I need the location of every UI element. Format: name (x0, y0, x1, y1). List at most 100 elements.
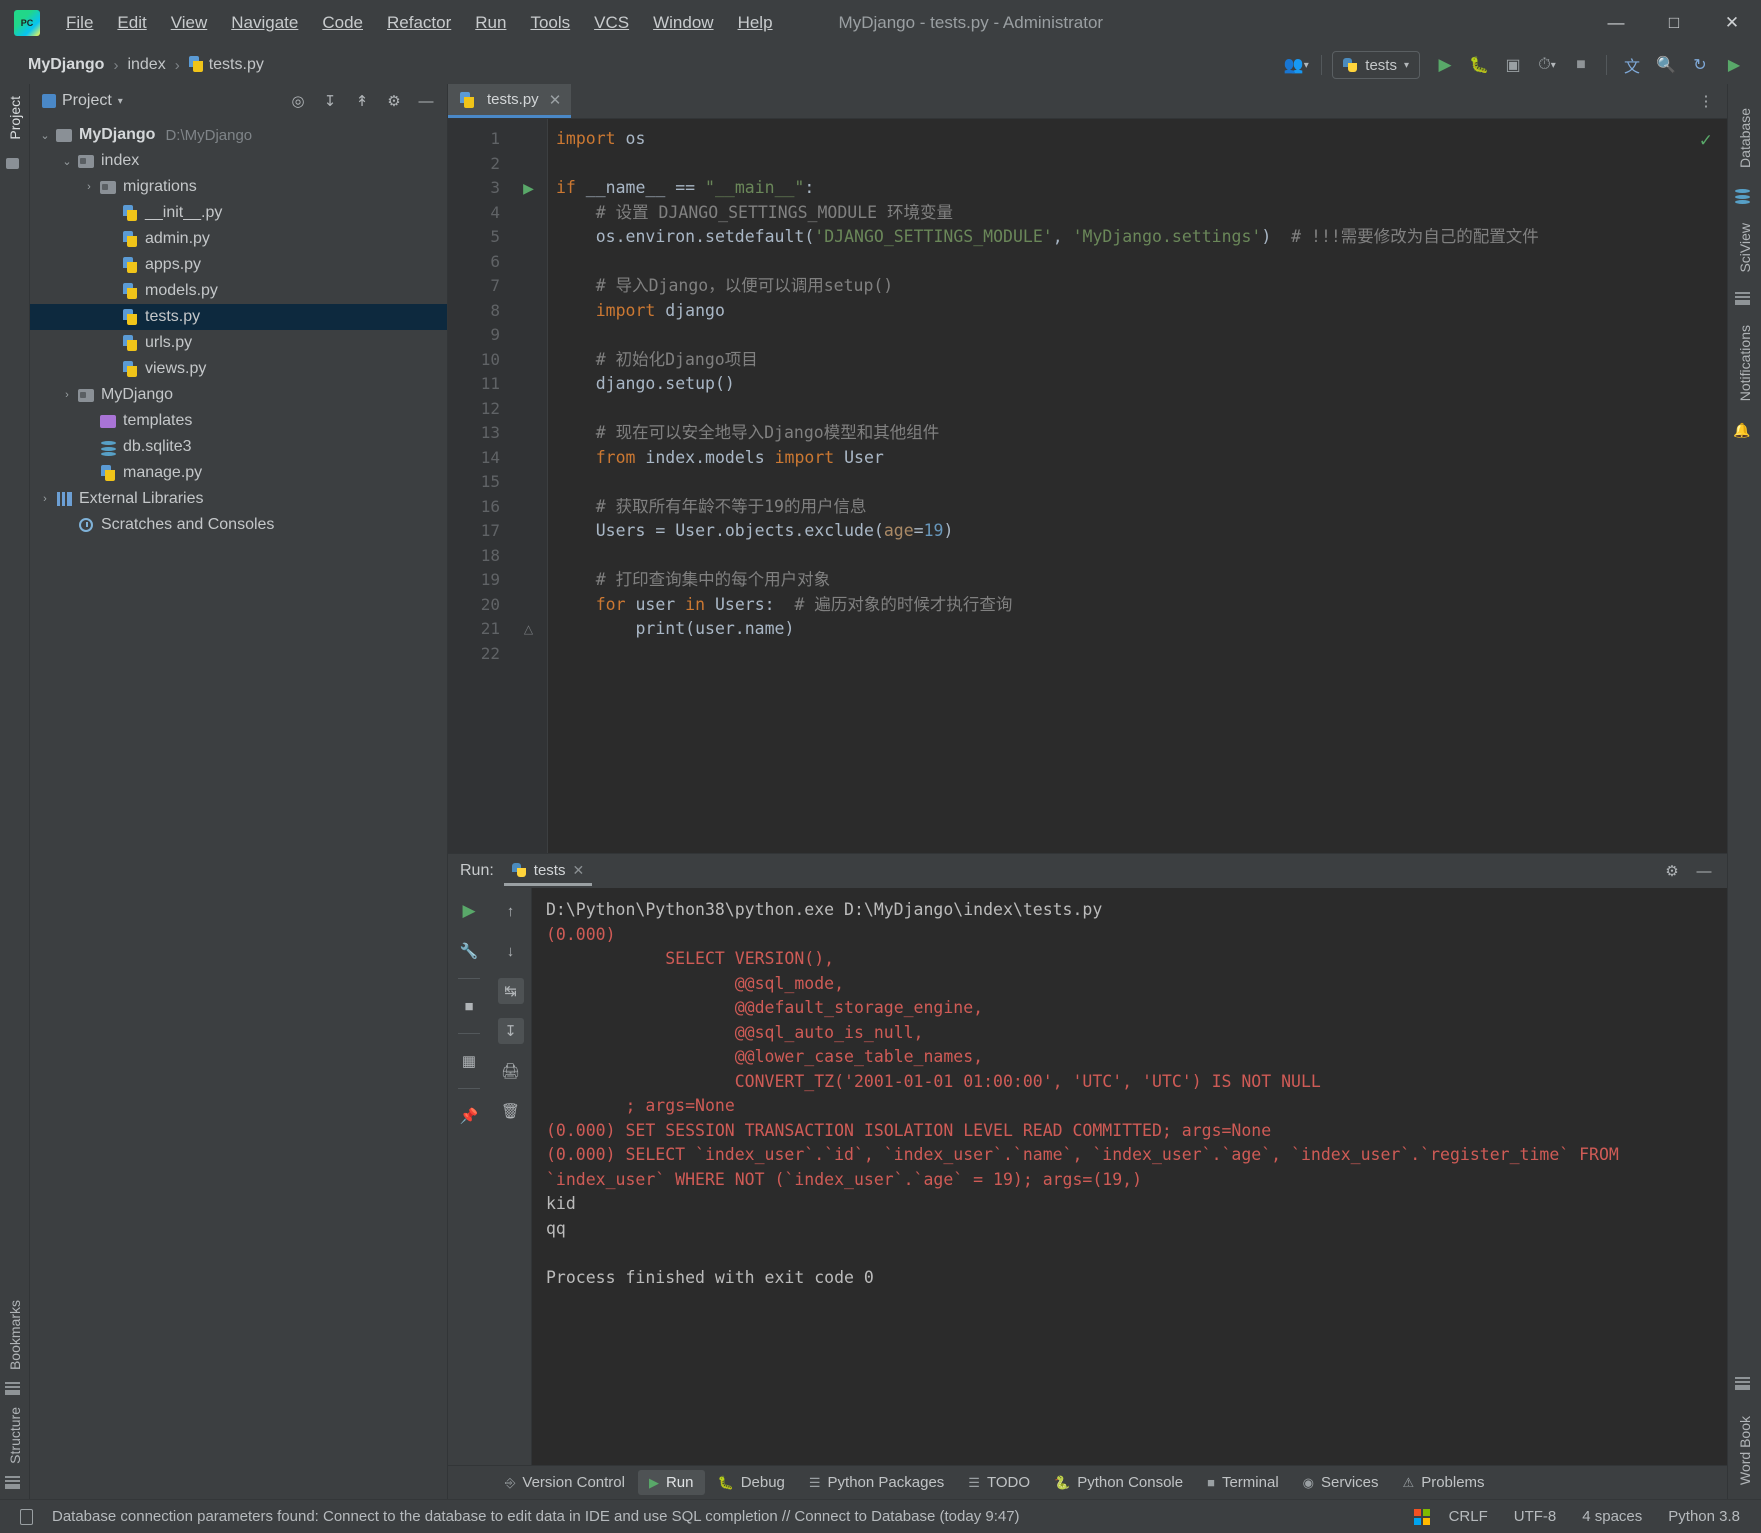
translate-icon[interactable]: 文 (1617, 50, 1647, 80)
locate-file-icon[interactable]: ◎ (285, 88, 311, 114)
collapse-all-icon[interactable]: ↟ (349, 88, 375, 114)
strip-item-bookmarks[interactable]: Bookmarks (7, 1288, 23, 1382)
sciview-icon[interactable] (1732, 292, 1752, 306)
tree-item-admin-py[interactable]: admin.py (30, 226, 447, 252)
bookmarks-icon[interactable] (2, 1382, 22, 1396)
tool-window-debug[interactable]: 🐛 Debug (707, 1470, 796, 1495)
scroll-to-end-icon[interactable]: ↧ (497, 1018, 524, 1044)
minimize-button[interactable]: — (1587, 0, 1645, 46)
tree-item-migrations[interactable]: › migrations (30, 174, 447, 200)
breadcrumb-item-file[interactable]: tests.py (185, 54, 268, 76)
chevron-right-icon[interactable]: › (58, 389, 76, 401)
debug-icon[interactable]: 🐛 (1464, 50, 1494, 80)
chevron-down-icon[interactable]: ⌄ (58, 155, 76, 168)
menu-navigate[interactable]: Navigate (219, 9, 310, 37)
interpreter-status[interactable]: Python 3.8 (1661, 1506, 1747, 1527)
database-icon[interactable] (1732, 188, 1752, 203)
menu-file[interactable]: File (54, 9, 105, 37)
play-icon[interactable]: ▶ (1719, 50, 1749, 80)
strip-item-sciview[interactable]: SciView (1737, 209, 1753, 287)
strip-item-project[interactable]: Project (7, 84, 23, 152)
strip-item-structure[interactable]: Structure (7, 1395, 23, 1476)
menu-edit[interactable]: Edit (105, 9, 158, 37)
tree-item-mydjango[interactable]: ⌄ MyDjango D:\MyDjango (30, 122, 447, 148)
chevron-right-icon[interactable]: › (80, 181, 98, 193)
tree-item-scratches-and-consoles[interactable]: Scratches and Consoles (30, 512, 447, 538)
search-icon[interactable]: 🔍 (1651, 50, 1681, 80)
structure-icon[interactable] (2, 1476, 22, 1489)
tool-window-version-control[interactable]: ⎆ Version Control (494, 1470, 636, 1495)
breadcrumb-item-index[interactable]: index (123, 54, 169, 76)
tree-item-templates[interactable]: templates (30, 408, 447, 434)
code-content[interactable]: import os if __name__ == "__main__": # 设… (548, 119, 1727, 853)
line-separator-status[interactable]: CRLF (1442, 1506, 1495, 1527)
tool-window-run[interactable]: ▶ Run (637, 1470, 705, 1495)
encoding-status[interactable]: UTF-8 (1507, 1506, 1564, 1527)
close-icon[interactable]: ✕ (549, 91, 562, 109)
project-tree[interactable]: ⌄ MyDjango D:\MyDjango ⌄ index › migrations __i… (30, 118, 447, 1499)
down-arrow-icon[interactable]: ↓ (498, 938, 524, 964)
menu-help[interactable]: Help (726, 9, 785, 37)
menu-refactor[interactable]: Refactor (375, 9, 463, 37)
tree-item-db-sqlite3[interactable]: db.sqlite3 (30, 434, 447, 460)
maximize-button[interactable]: □ (1645, 0, 1703, 46)
tree-item-manage-py[interactable]: manage.py (30, 460, 447, 486)
status-message[interactable]: Database connection parameters found: Co… (45, 1506, 1027, 1527)
tool-window-python-packages[interactable]: ☰ Python Packages (798, 1470, 955, 1495)
tree-item-mydjango[interactable]: › MyDjango (30, 382, 447, 408)
run-tab-tests[interactable]: tests ✕ (503, 856, 593, 886)
hide-panel-icon[interactable]: — (413, 88, 439, 114)
user-group-icon[interactable]: 👥 ▾ (1281, 50, 1311, 80)
chevron-down-icon[interactable]: ▾ (118, 96, 123, 107)
coverage-icon[interactable]: ▣ (1498, 50, 1528, 80)
soft-wrap-icon[interactable]: ↹ (497, 978, 524, 1004)
strip-item-word-book[interactable]: Word Book (1737, 1396, 1753, 1499)
delete-icon[interactable]: 🗑 (498, 1098, 524, 1124)
tool-window-todo[interactable]: ☰ TODO (957, 1470, 1041, 1495)
tree-item-urls-py[interactable]: urls.py (30, 330, 447, 356)
bell-icon[interactable]: 🔔 (1732, 422, 1752, 439)
more-options-icon[interactable]: ⋮ (1693, 88, 1719, 114)
close-icon[interactable]: ✕ (572, 862, 584, 879)
tree-item-tests-py[interactable]: tests.py (30, 304, 447, 330)
tree-item-index[interactable]: ⌄ index (30, 148, 447, 174)
tree-item-apps-py[interactable]: apps.py (30, 252, 447, 278)
tool-window-terminal[interactable]: ■ Terminal (1196, 1470, 1290, 1495)
menu-run[interactable]: Run (463, 9, 518, 37)
layout-icon[interactable]: ▦ (456, 1048, 482, 1074)
menu-code[interactable]: Code (310, 9, 375, 37)
fold-marker-icon[interactable]: △ (510, 617, 547, 642)
tool-window-problems[interactable]: ⚠ Problems (1392, 1470, 1496, 1495)
menu-vcs[interactable]: VCS (582, 9, 641, 37)
chevron-down-icon[interactable]: ⌄ (36, 129, 54, 142)
hide-panel-icon[interactable]: — (1691, 858, 1717, 884)
tool-window-services[interactable]: ◉ Services (1292, 1470, 1390, 1495)
stop-icon[interactable]: ■ (1566, 50, 1596, 80)
tool-window-python-console[interactable]: 🐍 Python Console (1043, 1470, 1194, 1495)
tree-item-external-libraries[interactable]: › External Libraries (30, 486, 447, 512)
tree-item-views-py[interactable]: views.py (30, 356, 447, 382)
run-icon[interactable]: ▶ (1430, 50, 1460, 80)
print-icon[interactable]: 🖨 (498, 1058, 524, 1084)
tree-item-models-py[interactable]: models.py (30, 278, 447, 304)
gutter-markers[interactable]: ▶ △ (510, 119, 548, 853)
code-editor[interactable]: 1 2 3 4 5 6 7 8 9 10 11 12 13 14 15 16 17 18 19 20 21 22 ▶ △ i… (448, 118, 1727, 853)
word-book-icon[interactable] (1732, 1377, 1752, 1390)
chevron-right-icon[interactable]: › (36, 493, 54, 505)
profile-icon[interactable]: ⏱ ▾ (1532, 50, 1562, 80)
menu-view[interactable]: View (159, 9, 220, 37)
run-configuration-selector[interactable]: tests ▾ (1332, 51, 1420, 79)
expand-all-icon[interactable]: ↧ (317, 88, 343, 114)
run-console-output[interactable]: D:\Python\Python38\python.exe D:\MyDjang… (532, 888, 1727, 1465)
gear-icon[interactable]: ⚙ (1659, 858, 1685, 884)
up-arrow-icon[interactable]: ↑ (498, 898, 524, 924)
indent-status[interactable]: 4 spaces (1575, 1506, 1649, 1527)
update-icon[interactable]: ↻ (1685, 50, 1715, 80)
commit-icon[interactable] (2, 157, 22, 169)
editor-tab-tests-py[interactable]: tests.py ✕ (448, 84, 572, 118)
menu-window[interactable]: Window (641, 9, 725, 37)
inspection-status-icon[interactable]: ✓ (1699, 131, 1713, 151)
strip-item-notifications[interactable]: Notifications (1737, 311, 1753, 415)
gear-icon[interactable]: ⚙ (381, 88, 407, 114)
close-button[interactable]: ✕ (1703, 0, 1761, 46)
